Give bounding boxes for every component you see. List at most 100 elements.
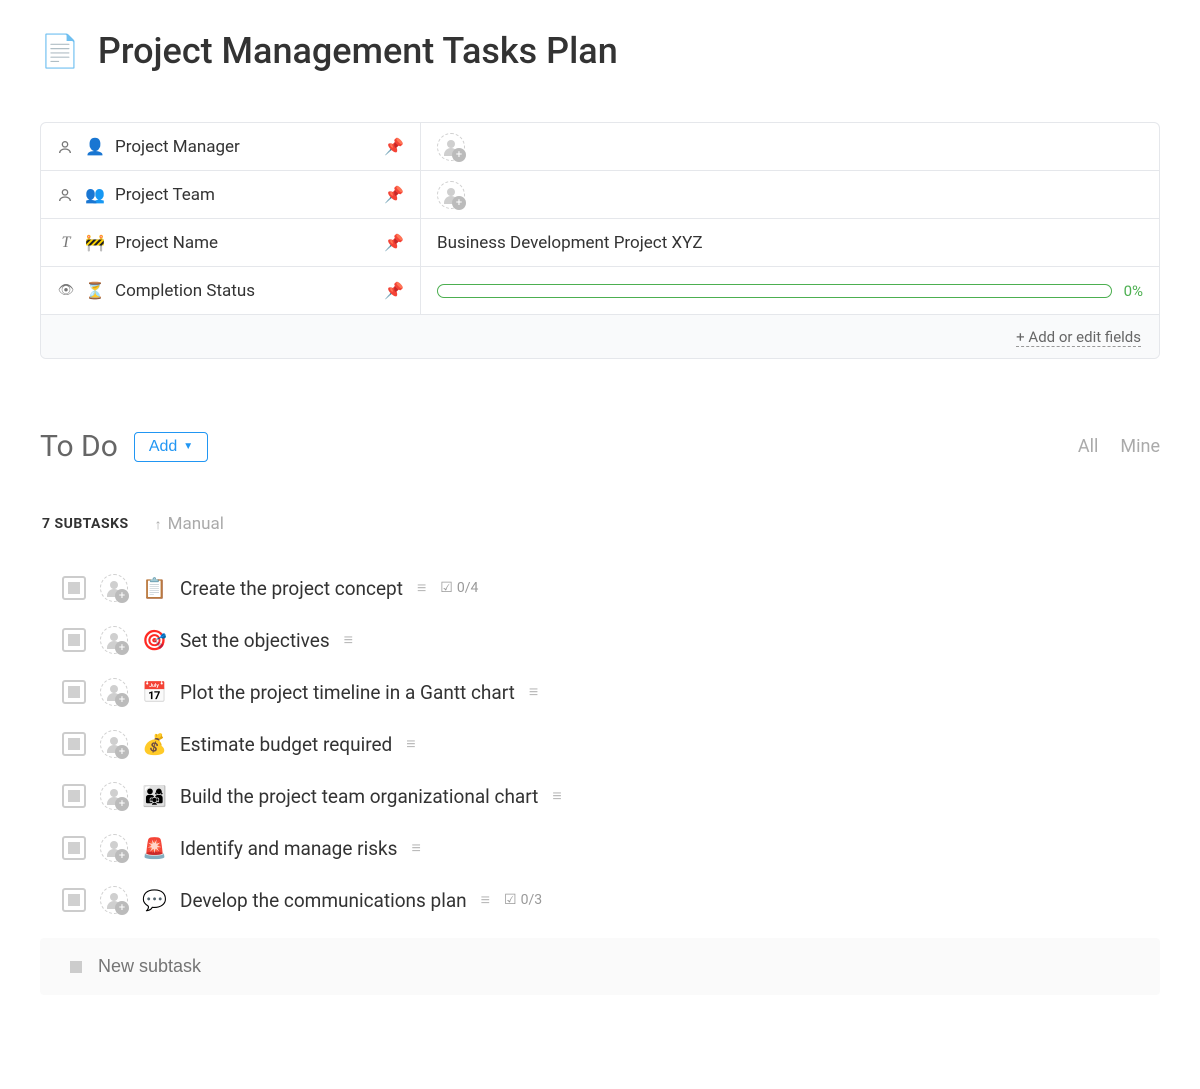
field-label: Project Team xyxy=(115,185,374,205)
task-emoji: 📅 xyxy=(142,680,166,704)
field-emoji: 👤 xyxy=(85,137,105,156)
assignee-add-placeholder[interactable] xyxy=(437,181,465,209)
task-item[interactable]: 📋Create the project concept≡☑0/4 xyxy=(62,562,1160,614)
field-row-project-name: T 🚧 Project Name 📌 Business Development … xyxy=(41,219,1159,267)
new-subtask-row[interactable] xyxy=(40,938,1160,995)
field-label-cell[interactable]: T 🚧 Project Name 📌 xyxy=(41,219,421,266)
task-checkbox[interactable] xyxy=(62,576,86,600)
field-label-cell[interactable]: 👁 ⏳ Completion Status 📌 xyxy=(41,267,421,314)
field-label: Completion Status xyxy=(115,281,374,301)
field-row-project-manager: 👤 Project Manager 📌 xyxy=(41,123,1159,171)
task-item[interactable]: 💰 Estimate budget required ≡ xyxy=(62,718,1160,770)
filter-all[interactable]: All xyxy=(1078,436,1099,457)
task-item[interactable]: 📅 Plot the project timeline in a Gantt ch… xyxy=(62,666,1160,718)
subtask-count-badge: ☑0/3 xyxy=(504,892,542,908)
description-icon: ≡ xyxy=(552,786,561,806)
task-item[interactable]: 💬 Develop the communications plan ≡ ☑0/3 xyxy=(62,874,1160,926)
task-title: Create the project concept xyxy=(180,577,403,600)
todo-filters: All Mine xyxy=(1078,436,1160,457)
todo-title: To Do xyxy=(40,429,118,464)
task-item[interactable]: 🚨 Identify and manage risks ≡ xyxy=(62,822,1160,874)
completion-progress-bar xyxy=(437,284,1112,298)
task-assignee-placeholder[interactable] xyxy=(100,574,128,602)
task-assignee-placeholder[interactable] xyxy=(100,678,128,706)
task-assignee-placeholder[interactable] xyxy=(100,782,128,810)
description-icon: ≡ xyxy=(481,890,490,910)
task-checkbox[interactable] xyxy=(62,732,86,756)
field-value-cell[interactable] xyxy=(421,123,1159,170)
field-row-completion-status: 👁 ⏳ Completion Status 📌 0% xyxy=(41,267,1159,315)
person-type-icon xyxy=(57,139,75,155)
task-checkbox[interactable] xyxy=(62,680,86,704)
todo-section-header: To Do Add ▼ All Mine xyxy=(40,429,1160,464)
pin-icon[interactable]: 📌 xyxy=(384,185,404,204)
field-value-cell[interactable]: Business Development Project XYZ xyxy=(421,219,1159,266)
task-emoji: 🚨 xyxy=(142,836,166,860)
task-checkbox[interactable] xyxy=(62,784,86,808)
task-checkbox[interactable] xyxy=(62,888,86,912)
task-title: Build the project team organizational ch… xyxy=(180,785,538,808)
add-edit-fields-link[interactable]: + Add or edit fields xyxy=(1016,328,1141,347)
task-checkbox[interactable] xyxy=(62,836,86,860)
filter-mine[interactable]: Mine xyxy=(1120,436,1160,457)
subtasks-meta: 7 SUBTASKS ↑ Manual xyxy=(40,514,1160,534)
task-list: 📋Create the project concept≡☑0/4🎯Set the… xyxy=(40,562,1160,926)
task-assignee-placeholder[interactable] xyxy=(100,834,128,862)
description-icon: ≡ xyxy=(411,838,420,858)
formula-type-icon: 👁 xyxy=(57,283,75,298)
field-label-cell[interactable]: 👤 Project Manager 📌 xyxy=(41,123,421,170)
task-item[interactable]: 👨‍👩‍👧 Build the project team organization… xyxy=(62,770,1160,822)
description-icon: ≡ xyxy=(417,578,426,598)
pin-icon[interactable]: 📌 xyxy=(384,281,404,300)
field-emoji: 👥 xyxy=(85,185,105,204)
task-emoji: 👨‍👩‍👧 xyxy=(142,784,166,808)
subtask-count-badge: ☑0/4 xyxy=(440,580,478,596)
field-value-cell: 0% xyxy=(421,267,1159,314)
field-label-cell[interactable]: 👥 Project Team 📌 xyxy=(41,171,421,218)
task-title: Estimate budget required xyxy=(180,733,392,756)
task-emoji: 💬 xyxy=(142,888,166,912)
task-item[interactable]: 🎯 Set the objectives ≡ xyxy=(62,614,1160,666)
check-icon: ☑ xyxy=(504,892,517,908)
task-assignee-placeholder[interactable] xyxy=(100,886,128,914)
field-row-project-team: 👥 Project Team 📌 xyxy=(41,171,1159,219)
page-title: Project Management Tasks Plan xyxy=(98,30,618,72)
new-subtask-icon xyxy=(70,961,82,973)
task-assignee-placeholder[interactable] xyxy=(100,730,128,758)
task-title: Develop the communications plan xyxy=(180,889,467,912)
new-subtask-input[interactable] xyxy=(98,956,1148,977)
person-type-icon xyxy=(57,187,75,203)
task-emoji: 💰 xyxy=(142,732,166,756)
add-button-label: Add xyxy=(149,438,177,456)
task-title: Set the objectives xyxy=(180,629,330,652)
fields-footer: + Add or edit fields xyxy=(41,315,1159,358)
description-icon: ≡ xyxy=(344,630,353,650)
add-button[interactable]: Add ▼ xyxy=(134,432,208,462)
task-checkbox[interactable] xyxy=(62,628,86,652)
sort-label-text: Manual xyxy=(168,514,224,534)
task-assignee-placeholder[interactable] xyxy=(100,626,128,654)
field-emoji: 🚧 xyxy=(85,233,105,252)
page-header: 📄 Project Management Tasks Plan xyxy=(40,30,1160,72)
pin-icon[interactable]: 📌 xyxy=(384,233,404,252)
task-emoji: 🎯 xyxy=(142,628,166,652)
field-emoji: ⏳ xyxy=(85,281,105,300)
description-icon: ≡ xyxy=(406,734,415,754)
field-value-cell[interactable] xyxy=(421,171,1159,218)
task-title: Plot the project timeline in a Gantt cha… xyxy=(180,681,515,704)
subtasks-count-label: 7 SUBTASKS xyxy=(42,516,129,532)
check-icon: ☑ xyxy=(440,580,453,596)
completion-progress-label: 0% xyxy=(1124,282,1143,300)
assignee-add-placeholder[interactable] xyxy=(437,133,465,161)
sort-dropdown[interactable]: ↑ Manual xyxy=(155,514,224,534)
page-icon: 📄 xyxy=(40,35,80,67)
field-label: Project Name xyxy=(115,233,374,253)
task-title: Identify and manage risks xyxy=(180,837,397,860)
fields-panel: 👤 Project Manager 📌 👥 Project Team 📌 xyxy=(40,122,1160,359)
field-label: Project Manager xyxy=(115,137,374,157)
text-type-icon: T xyxy=(57,234,75,252)
chevron-down-icon: ▼ xyxy=(183,441,193,452)
project-name-value: Business Development Project XYZ xyxy=(437,233,703,253)
arrow-up-icon: ↑ xyxy=(155,516,162,533)
pin-icon[interactable]: 📌 xyxy=(384,137,404,156)
